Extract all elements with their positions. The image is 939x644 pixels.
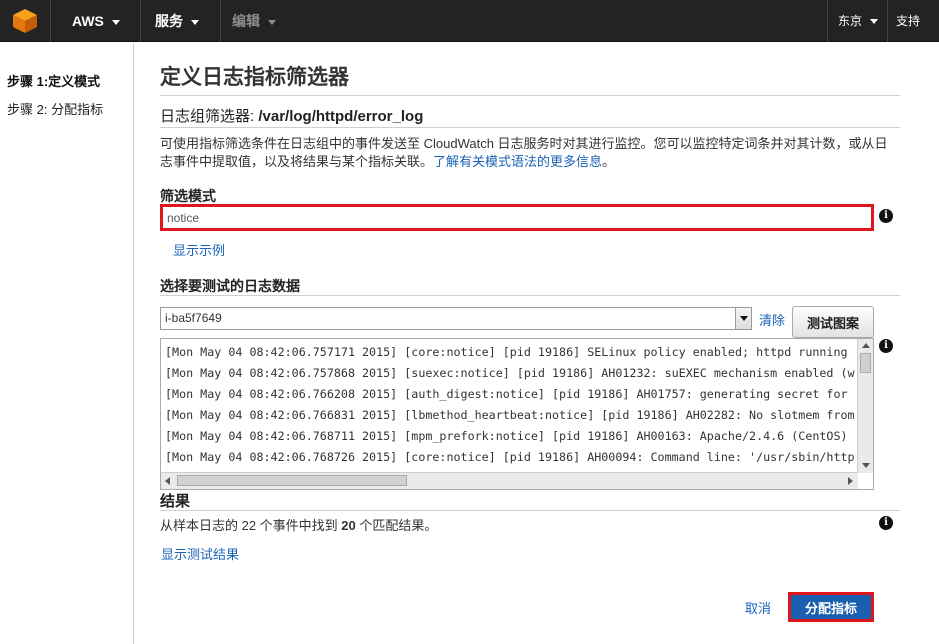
scroll-right-icon[interactable] [848,477,853,485]
test-pattern-button[interactable]: 测试图案 [792,306,874,338]
region-menu[interactable]: 东京 [828,0,888,42]
region-label: 东京 [838,14,863,28]
info-icon[interactable]: i [879,339,893,353]
chevron-down-icon [870,19,879,25]
show-test-results-link[interactable]: 显示测试结果 [161,544,239,563]
divider [160,127,900,128]
info-icon[interactable]: i [879,209,893,223]
aws-menu-label: AWS [72,13,104,29]
info-icon[interactable]: i [879,516,893,530]
support-menu[interactable]: 支持 [886,0,939,67]
chevron-down-icon [191,19,199,25]
aws-cube-logo-icon[interactable] [12,8,38,34]
assign-metric-button[interactable]: 分配指标 [788,592,874,622]
divider [140,0,141,42]
divider [160,95,900,96]
scrollbar-thumb[interactable] [860,353,871,373]
dropdown-arrow-icon[interactable] [735,308,751,329]
top-navigation-bar: AWS 服务 编辑 东京 支持 [0,0,939,67]
test-log-data-label: 选择要测试的日志数据 [160,278,300,294]
support-label: 支持 [896,14,921,28]
services-menu-label: 服务 [155,13,183,29]
log-lines: [Mon May 04 08:42:06.757171 2015] [core:… [165,342,855,466]
edit-menu[interactable]: 编辑 [222,0,286,42]
chevron-down-icon [111,19,120,25]
log-line: [Mon May 04 08:42:06.766831 2015] [lbmet… [165,408,855,422]
horizontal-scrollbar[interactable] [161,472,858,489]
subtitle-prefix: 日志组筛选器: [160,108,259,125]
divider [50,0,51,42]
results-prefix: 从样本日志的 22 个事件中找到 [160,518,342,533]
log-line: [Mon May 04 08:42:06.768711 2015] [mpm_p… [165,429,855,443]
description-end: 。 [602,154,616,169]
divider [220,0,221,42]
clear-link[interactable]: 清除 [759,310,785,329]
pattern-syntax-link[interactable]: 了解有关模式语法的更多信息 [433,154,602,169]
scroll-up-icon[interactable] [862,343,870,348]
wizard-steps-sidebar: 步骤 1:定义模式 步骤 2: 分配指标 [0,43,134,644]
edit-menu-label: 编辑 [232,13,260,29]
log-sample-textarea[interactable]: [Mon May 04 08:42:06.757171 2015] [core:… [160,338,874,490]
services-menu[interactable]: 服务 [145,0,209,42]
page-title: 定义日志指标筛选器 [160,66,349,89]
selected-log-stream: i-ba5f7649 [165,311,222,325]
divider [160,510,900,511]
results-suffix: 个匹配结果。 [355,518,438,533]
show-example-link[interactable]: 显示示例 [173,240,225,259]
results-count: 20 [341,518,356,533]
description: 可使用指标筛选条件在日志组中的事件发送至 CloudWatch 日志服务时对其进… [160,135,895,171]
log-line: [Mon May 04 08:42:06.757171 2015] [core:… [165,345,855,359]
log-line: [Mon May 04 08:42:06.768726 2015] [core:… [165,450,855,464]
divider [160,295,900,296]
log-group-subtitle: 日志组筛选器: /var/log/httpd/error_log [160,105,423,126]
filter-pattern-input[interactable] [160,204,874,231]
results-summary: 从样本日志的 22 个事件中找到 20 个匹配结果。 [160,515,437,534]
step-define-pattern[interactable]: 步骤 1:定义模式 [7,71,100,90]
scroll-down-icon[interactable] [862,463,870,468]
step-assign-metric[interactable]: 步骤 2: 分配指标 [7,99,103,118]
log-group-name: /var/log/httpd/error_log [258,108,424,125]
filter-pattern-label: 筛选模式 [160,188,216,204]
cancel-link[interactable]: 取消 [745,598,771,617]
vertical-scrollbar[interactable] [857,339,873,473]
chevron-down-icon [904,61,912,67]
log-line: [Mon May 04 08:42:06.757868 2015] [suexe… [165,366,855,380]
scrollbar-thumb[interactable] [177,475,407,486]
log-stream-select[interactable]: i-ba5f7649 [160,307,752,330]
aws-menu[interactable]: AWS [62,0,130,42]
scroll-left-icon[interactable] [165,477,170,485]
results-label: 结果 [160,493,191,510]
chevron-down-icon [268,19,276,25]
log-line: [Mon May 04 08:42:06.766208 2015] [auth_… [165,387,855,401]
